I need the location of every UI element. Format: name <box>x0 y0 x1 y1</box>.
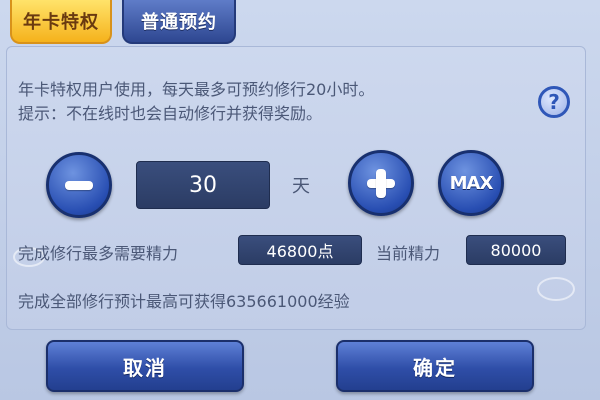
current-energy-label: 当前精力 <box>376 244 441 263</box>
decrease-button[interactable] <box>46 152 112 218</box>
description-line-1: 年卡特权用户使用，每天最多可预约修行20小时。 <box>18 80 375 99</box>
tab-annual-privilege[interactable]: 年卡特权 <box>10 0 112 44</box>
reward-text: 完成全部修行预计最高可获得635661000经验 <box>18 292 350 311</box>
required-energy-label: 完成修行最多需要精力 <box>18 244 179 263</box>
tab-normal-reservation[interactable]: 普通预约 <box>122 0 236 44</box>
max-button-label: MAX <box>449 172 494 194</box>
description-line-2: 提示：不在线时也会自动修行并获得奖励。 <box>18 104 323 123</box>
required-energy-value: 46800点 <box>238 235 362 265</box>
help-icon-glyph: ? <box>548 90 560 114</box>
cancel-button[interactable]: 取消 <box>46 340 244 392</box>
max-button[interactable]: MAX <box>438 150 504 216</box>
confirm-button[interactable]: 确定 <box>336 340 534 392</box>
current-energy-value: 80000 <box>466 235 566 265</box>
decorative-swirl <box>537 277 575 301</box>
increase-button[interactable] <box>348 150 414 216</box>
description-text: 年卡特权用户使用，每天最多可预约修行20小时。 提示：不在线时也会自动修行并获得… <box>18 78 374 126</box>
days-unit-label: 天 <box>292 176 310 197</box>
help-icon[interactable]: ? <box>538 86 570 118</box>
minus-icon <box>65 181 93 190</box>
days-input[interactable]: 30 <box>136 161 270 209</box>
